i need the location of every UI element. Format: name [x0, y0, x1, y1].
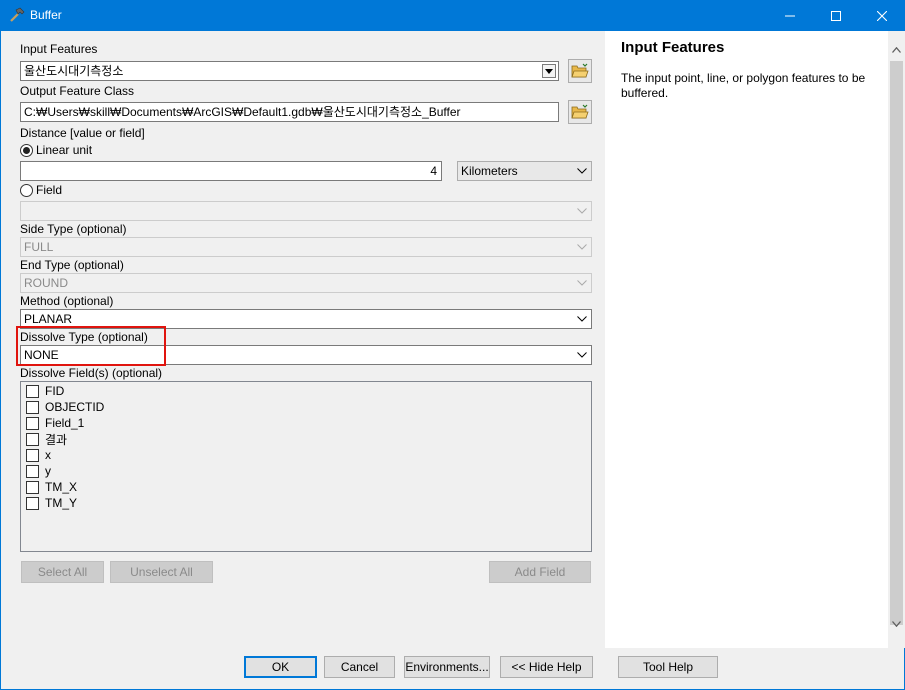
dissolve-field-item[interactable]: x — [26, 447, 51, 463]
end-type-label: End Type (optional) — [20, 258, 124, 272]
chevron-down-icon[interactable] — [892, 621, 901, 627]
chevron-down-icon — [575, 274, 589, 292]
side-type-label: Side Type (optional) — [20, 222, 127, 236]
linear-unit-radio[interactable] — [20, 144, 33, 157]
checkbox[interactable] — [26, 464, 39, 478]
end-type-select: ROUND — [20, 273, 592, 293]
scroll-thumb[interactable] — [890, 61, 903, 625]
dissolve-field-label: Field_1 — [45, 416, 85, 430]
maximize-icon — [831, 10, 841, 21]
distance-value-input[interactable]: 4 — [20, 161, 442, 181]
dissolve-field-label: 결과 — [45, 432, 68, 447]
dissolve-field-label: TM_Y — [45, 496, 78, 510]
minimize-button[interactable] — [767, 0, 813, 31]
dissolve-field-item[interactable]: TM_Y — [26, 495, 77, 511]
folder-open-icon — [571, 63, 589, 78]
output-feature-class-browse-button[interactable] — [568, 100, 592, 124]
dissolve-field-item[interactable]: FID — [26, 383, 64, 399]
tool-help-button[interactable]: Tool Help — [618, 656, 718, 678]
window-title: Buffer — [30, 8, 62, 22]
chevron-up-icon[interactable] — [892, 47, 901, 53]
dissolve-field-label: FID — [45, 384, 65, 398]
radio-selected-dot — [23, 147, 30, 154]
dissolve-field-label: x — [45, 448, 51, 462]
method-label: Method (optional) — [20, 294, 114, 308]
dissolve-field-label: TM_X — [45, 480, 78, 494]
maximize-button[interactable] — [813, 0, 859, 31]
method-value: PLANAR — [24, 312, 73, 326]
checkbox[interactable] — [26, 480, 39, 494]
input-features-dropdown[interactable] — [542, 64, 556, 78]
help-title: Input Features — [621, 39, 725, 56]
checkbox[interactable] — [26, 432, 39, 446]
input-features-label: Input Features — [20, 42, 98, 56]
help-scrollbar[interactable] — [888, 31, 905, 648]
highlight-box — [16, 326, 166, 366]
chevron-down-icon — [575, 238, 589, 256]
field-radio[interactable] — [20, 184, 33, 197]
add-field-button[interactable]: Add Field — [489, 561, 591, 583]
select-all-button[interactable]: Select All — [21, 561, 104, 583]
dissolve-fields-label: Dissolve Field(s) (optional) — [20, 366, 163, 380]
side-type-select: FULL — [20, 237, 592, 257]
distance-field-select — [20, 201, 592, 221]
chevron-down-icon — [575, 162, 589, 180]
dissolve-fields-list: FID OBJECTID Field_1 결과 x y TM_X TM_Y — [20, 381, 592, 552]
chevron-down-icon — [575, 202, 589, 220]
cancel-button[interactable]: Cancel — [324, 656, 395, 678]
chevron-down-icon — [575, 346, 589, 364]
checkbox[interactable] — [26, 496, 39, 510]
hide-help-button[interactable]: << Hide Help — [500, 656, 593, 678]
output-feature-class-field[interactable]: C:₩Users₩skill₩Documents₩ArcGIS₩Default1… — [20, 102, 559, 122]
input-features-browse-button[interactable] — [568, 59, 592, 83]
dissolve-field-item[interactable]: OBJECTID — [26, 399, 104, 415]
ok-button[interactable]: OK — [244, 656, 317, 678]
input-features-value: 울산도시대기측정소 — [24, 64, 124, 78]
environments-button[interactable]: Environments... — [404, 656, 490, 678]
output-feature-class-label: Output Feature Class — [20, 84, 135, 98]
close-button[interactable] — [859, 0, 905, 31]
dissolve-field-item[interactable]: Field_1 — [26, 415, 84, 431]
chevron-down-icon — [545, 68, 553, 74]
side-type-value: FULL — [24, 240, 54, 254]
chevron-down-icon — [575, 310, 589, 328]
checkbox[interactable] — [26, 400, 39, 414]
end-type-value: ROUND — [24, 276, 68, 290]
checkbox[interactable] — [26, 384, 39, 398]
folder-open-icon — [571, 104, 589, 119]
title-bar: Buffer — [0, 0, 905, 31]
checkbox[interactable] — [26, 448, 39, 462]
distance-unit-select[interactable]: Kilometers — [457, 161, 592, 181]
checkbox[interactable] — [26, 416, 39, 430]
distance-unit-value: Kilometers — [461, 164, 518, 178]
input-features-field[interactable]: 울산도시대기측정소 — [20, 61, 559, 81]
help-text: The input point, line, or polygon featur… — [621, 71, 866, 100]
minimize-icon — [785, 15, 795, 16]
unselect-all-button[interactable]: Unselect All — [110, 561, 213, 583]
dissolve-field-item[interactable]: 결과 — [26, 431, 67, 447]
field-radio-label: Field — [36, 183, 63, 197]
dissolve-field-label: y — [45, 464, 51, 478]
close-icon — [877, 10, 887, 21]
distance-label: Distance [value or field] — [20, 126, 145, 140]
linear-unit-label: Linear unit — [36, 143, 93, 157]
dissolve-field-label: OBJECTID — [45, 400, 105, 414]
output-feature-class-value: C:₩Users₩skill₩Documents₩ArcGIS₩Default1… — [24, 105, 461, 119]
help-panel: Input Features The input point, line, or… — [605, 31, 888, 648]
hammer-icon — [10, 7, 25, 22]
dissolve-field-item[interactable]: TM_X — [26, 479, 77, 495]
dissolve-field-item[interactable]: y — [26, 463, 51, 479]
